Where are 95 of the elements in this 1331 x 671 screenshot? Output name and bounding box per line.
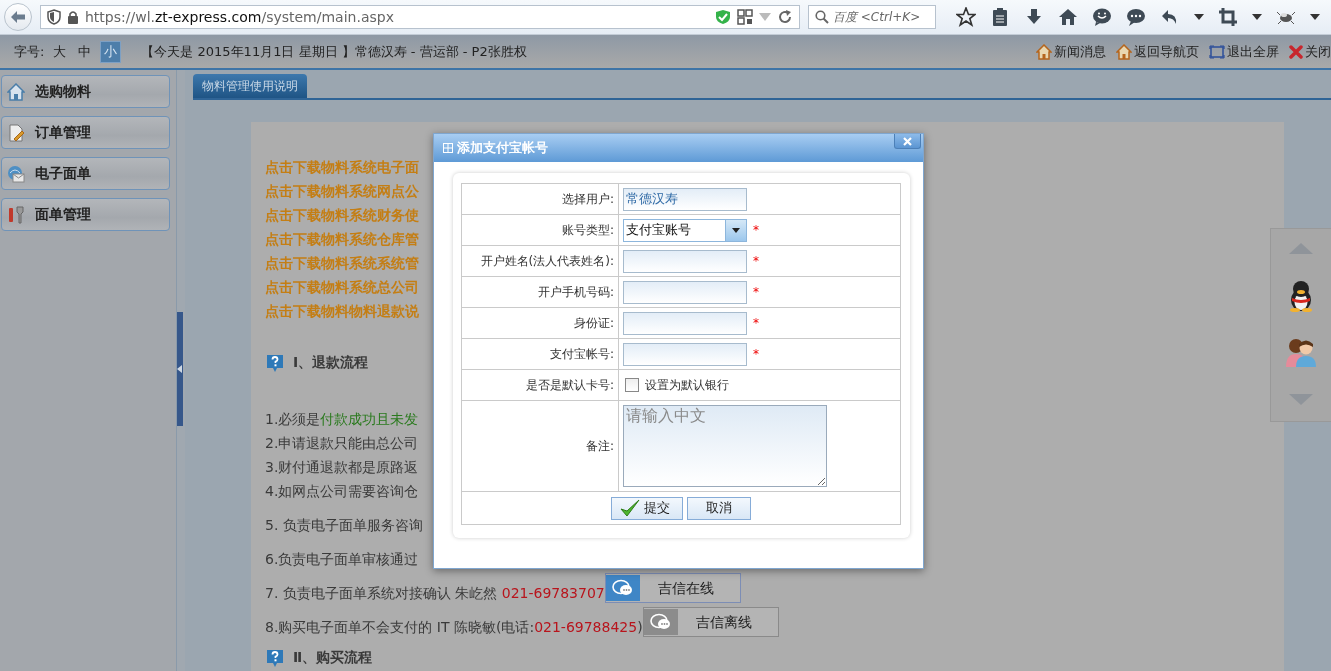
font-size-option[interactable]: 中: [75, 41, 95, 62]
section-title: Ⅰ、退款流程: [293, 354, 369, 372]
checkbox-label: 设置为默认银行: [645, 377, 729, 392]
field-label: 开户手机号码:: [537, 284, 614, 299]
checkbox[interactable]: [625, 378, 639, 392]
required-mark: *: [753, 315, 759, 330]
field-label: 支付宝帐号:: [549, 346, 614, 361]
cancel-button[interactable]: 取消: [687, 496, 751, 520]
chevron-down-icon: [1288, 392, 1314, 407]
text-field[interactable]: [623, 342, 747, 366]
sidebar-item[interactable]: 电子面单: [1, 157, 170, 190]
help-icon: [265, 353, 285, 373]
account-type-select[interactable]: 支付宝账号: [623, 218, 747, 242]
clipboard-icon[interactable]: [990, 7, 1010, 27]
search-field[interactable]: 百度 <Ctrl+K>: [808, 5, 936, 29]
chat-bubbles-icon: [649, 613, 672, 631]
font-size-option[interactable]: 大: [50, 41, 70, 62]
user-info: 【今天是 2015年11月1日 星期日 】常德汉寿 - 营运部 - P2张胜权: [141, 42, 527, 61]
submit-button[interactable]: 提交: [611, 496, 683, 520]
field-label: 是否是默认卡号:: [525, 377, 614, 392]
font-size-option[interactable]: 小: [100, 40, 122, 63]
smiley-bubble-icon[interactable]: [1092, 7, 1112, 27]
font-size-label: 字号:: [14, 42, 45, 61]
shield-check-icon: [715, 9, 731, 25]
header-link[interactable]: 新闻消息: [1054, 42, 1106, 61]
required-mark: *: [753, 284, 759, 299]
text-field[interactable]: [623, 311, 747, 335]
field-label: 身份证:: [573, 315, 614, 330]
back-button[interactable]: [4, 3, 32, 31]
header-link[interactable]: 返回导航页: [1134, 42, 1199, 61]
field-label: 账号类型:: [561, 222, 614, 237]
instruction-text: 5. 负责电子面单服务咨询: [265, 516, 423, 535]
crop-icon[interactable]: [1218, 7, 1238, 27]
required-mark: *: [753, 222, 759, 237]
tools-icon: [7, 205, 25, 224]
close-icon: [1289, 44, 1303, 59]
field-label: 选择用户:: [561, 191, 614, 206]
text-field[interactable]: [623, 249, 747, 273]
collapse-handle[interactable]: [177, 312, 183, 426]
section-title: Ⅱ、购买流程: [293, 649, 373, 667]
home-icon: [1116, 43, 1132, 60]
penguin-icon: [1288, 279, 1314, 312]
back-arrow-icon: [10, 10, 26, 24]
shield-icon: [47, 9, 61, 25]
url-text: https://wl.zt-express.com/system/main.aspx: [85, 9, 395, 25]
dialog-title: 添加支付宝帐号: [457, 139, 548, 157]
required-mark: *: [753, 346, 759, 361]
check-icon: [620, 499, 640, 517]
two-people-icon: [1285, 336, 1317, 367]
home-icon[interactable]: [1058, 7, 1078, 27]
remark-field[interactable]: 请输入中文: [623, 405, 827, 487]
instruction-text: 2.申请退款只能由总公司: [265, 434, 419, 453]
search-icon: [815, 10, 829, 24]
field-label: 备注:: [585, 438, 614, 453]
field-label: 开户姓名(法人代表姓名):: [480, 253, 614, 268]
star-icon[interactable]: [956, 7, 976, 27]
home-icon: [1036, 43, 1052, 60]
help-icon: [265, 648, 285, 668]
window-icon: [443, 143, 453, 153]
chat-status-button[interactable]: 吉信离线: [642, 607, 779, 637]
fullscreen-icon: [1209, 43, 1225, 60]
dropdown-caret-icon: [759, 13, 771, 21]
tab[interactable]: 物料管理使用说明: [193, 74, 307, 98]
chat-bubbles-icon: [611, 579, 634, 597]
dropdown-caret-icon: [732, 227, 740, 233]
required-mark: *: [753, 253, 759, 268]
house-icon: [7, 82, 25, 101]
chevron-up-icon: [1288, 240, 1314, 255]
address-bar[interactable]: https://wl.zt-express.com/system/main.aspx: [40, 5, 800, 29]
instruction-text: 4.如网点公司需要咨询仓: [265, 482, 419, 501]
chat-status-button[interactable]: 吉信在线: [604, 573, 741, 603]
collapse-arrow-icon: [177, 365, 182, 373]
sidebar-item[interactable]: 选购物料: [1, 75, 170, 108]
chat-bubble-icon[interactable]: [1126, 7, 1146, 27]
document-edit-icon: [7, 123, 25, 142]
lock-icon: [67, 10, 79, 24]
instruction-text: 7. 负责电子面单系统对接确认 朱屹然 021-69783707: [265, 584, 605, 603]
instruction-text: 1.必须是付款成功且未发: [265, 410, 419, 429]
dropdown-caret-icon: [1194, 14, 1204, 20]
text-field[interactable]: [623, 280, 747, 304]
dropdown-caret-icon: [1310, 14, 1320, 20]
instruction-text: 6.负责电子面单审核通过: [265, 550, 419, 569]
globe-mail-icon: [7, 164, 25, 183]
close-button[interactable]: [894, 134, 921, 149]
header-link[interactable]: 关闭: [1305, 42, 1331, 61]
header-link[interactable]: 退出全屏: [1227, 42, 1279, 61]
close-icon: [903, 136, 912, 146]
text-field[interactable]: 常德汉寿: [623, 187, 747, 211]
instruction-text: 3.财付通退款都是原路返: [265, 458, 419, 477]
dropdown-caret-icon: [1252, 14, 1262, 20]
qr-code-icon: [737, 9, 753, 25]
sidebar-item[interactable]: 订单管理: [1, 116, 170, 149]
sidebar-item[interactable]: 面单管理: [1, 198, 170, 231]
instruction-text: 8.购买电子面单不会支付的 IT 陈晓敏(电话:021-69788425): [265, 618, 643, 637]
reload-icon: [777, 9, 793, 25]
